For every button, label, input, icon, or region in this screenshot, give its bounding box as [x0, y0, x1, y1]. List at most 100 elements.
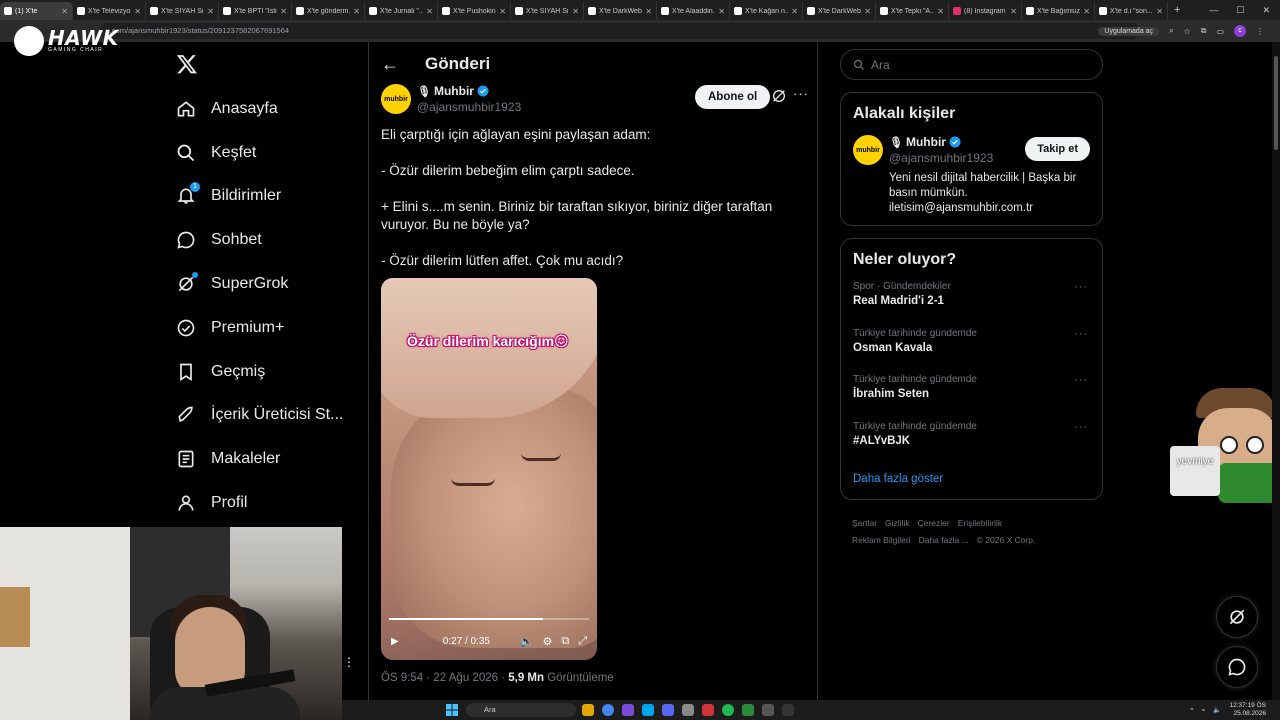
browser-tab[interactable]: X'te Jurnali "... ✕ [365, 2, 438, 20]
back-arrow-icon[interactable]: ← [381, 54, 399, 75]
person-row[interactable]: muhbir 🎙 Muhbir @ajansmuhbir1923 Yeni ne… [841, 123, 1102, 228]
app-icon[interactable] [622, 704, 634, 716]
app-icon[interactable] [742, 704, 754, 716]
browser-tab[interactable]: X'te DarkWeb...✕ [803, 2, 876, 20]
browser-tab[interactable]: X'te Televizyon ✕ [73, 2, 146, 20]
trend-item[interactable]: Türkiye tarihinde gündemde İbrahim Seten ·… [841, 366, 1102, 413]
browser-tab[interactable]: X'te d.i "son... ✕ [1095, 2, 1168, 20]
follow-button[interactable]: Takip et [1025, 137, 1090, 161]
grok-icon[interactable] [771, 88, 787, 104]
discord-icon[interactable] [662, 704, 674, 716]
star-icon[interactable]: ☆ [1184, 27, 1191, 36]
nav-item-rocket[interactable]: İçerik Üreticisi St... [176, 394, 366, 438]
close-tab-icon[interactable]: ✕ [426, 7, 433, 16]
close-tab-icon[interactable]: ✕ [499, 7, 506, 16]
post-author[interactable]: muhbir 🎙 Muhbir @ajansmuhbir1923 [381, 84, 521, 114]
avatar[interactable]: muhbir [381, 84, 411, 114]
volume-icon[interactable]: 🔈 [520, 635, 534, 648]
browser-tab[interactable]: X'te DarkWeb...✕ [584, 2, 657, 20]
nav-item-bookmark[interactable]: Geçmiş [176, 350, 366, 394]
close-tab-icon[interactable]: ✕ [280, 7, 287, 16]
video-player[interactable]: Özür dilerim karıcığım😖 ▶ 0:27 / 0:35 🔈 … [381, 278, 597, 660]
close-tab-icon[interactable]: ✕ [1156, 7, 1163, 16]
trend-item[interactable]: Spor · Gündemdekiler Real Madrid'i 2-1 ··· [841, 273, 1102, 320]
open-in-app-button[interactable]: Uygulamada aç [1098, 26, 1160, 36]
app-icon[interactable] [782, 704, 794, 716]
search-input[interactable]: Ara [840, 49, 1103, 80]
footer-link[interactable]: Erişilebilirlik [958, 518, 1002, 528]
show-more-link[interactable]: Daha fazla göster [841, 459, 1102, 499]
fullscreen-icon[interactable]: ⤢ [578, 635, 587, 648]
nav-item-bell[interactable]: 1 Bildirimler [176, 175, 366, 219]
browser-tab[interactable]: X'te BPTİ "İsti...✕ [219, 2, 292, 20]
sidepanel-icon[interactable]: ▭ [1216, 27, 1224, 36]
nav-item-chat[interactable]: Sohbet [176, 218, 366, 262]
close-tab-icon[interactable]: ✕ [1010, 7, 1017, 16]
browser-tab[interactable]: X'te Bağımsız...✕ [1022, 2, 1095, 20]
settings-icon[interactable]: ⚙ [542, 635, 552, 648]
browser-tab[interactable]: (1) X'te ✕ [0, 2, 73, 20]
url-field[interactable]: x.com/ajansmuhbir1923/status/20912375820… [100, 23, 1140, 39]
browser-tab[interactable]: X'te Pushokin...✕ [438, 2, 511, 20]
network-icon[interactable]: ⌁ [1201, 706, 1205, 714]
spotify-icon[interactable] [722, 704, 734, 716]
footer-link[interactable]: © 2026 X Corp. [977, 535, 1036, 545]
nav-item-premium[interactable]: Premium+ [176, 306, 366, 350]
more-options-icon[interactable]: ··· [1074, 374, 1088, 386]
subscribe-button[interactable]: Abone ol [695, 85, 771, 109]
chrome-icon[interactable] [602, 704, 614, 716]
close-tab-icon[interactable]: ✕ [61, 7, 68, 16]
footer-link[interactable]: Reklam Bilgileri [852, 535, 911, 545]
more-options-icon[interactable]: ··· [1074, 328, 1088, 340]
avatar[interactable]: muhbir [853, 135, 883, 165]
footer-link[interactable]: Şartlar [852, 518, 877, 528]
app-icon[interactable] [762, 704, 774, 716]
author-name[interactable]: Muhbir [434, 84, 474, 98]
close-tab-icon[interactable]: ✕ [645, 7, 652, 16]
trend-item[interactable]: Türkiye tarihinde gündemde Osman Kavala ··… [841, 320, 1102, 367]
nav-item-home[interactable]: Anasayfa [176, 87, 366, 131]
footer-link[interactable]: Gizlilik [885, 518, 910, 528]
footer-link[interactable]: Çerezler [918, 518, 950, 528]
app-icon[interactable] [702, 704, 714, 716]
taskbar-clock[interactable]: 12:37:19 ÖS 25.08.2026 [1230, 702, 1267, 718]
file-explorer-icon[interactable] [582, 704, 594, 716]
more-options-icon[interactable]: ··· [1074, 421, 1088, 433]
x-logo-icon[interactable] [176, 53, 198, 75]
maximize-icon[interactable]: ☐ [1236, 5, 1244, 16]
messages-float-button[interactable] [1216, 646, 1258, 688]
nav-item-search[interactable]: Keşfet [176, 131, 366, 175]
close-tab-icon[interactable]: ✕ [353, 7, 360, 16]
tray-arrow-icon[interactable]: ^ [1190, 707, 1193, 714]
close-tab-icon[interactable]: ✕ [207, 7, 214, 16]
browser-tab[interactable]: X'te SİYAH Si...✕ [146, 2, 219, 20]
person-name[interactable]: Muhbir [906, 135, 946, 149]
page-scrollbar[interactable] [1272, 42, 1280, 700]
nav-item-grok[interactable]: SuperGrok [176, 262, 366, 306]
video-progress-bar[interactable] [389, 618, 589, 620]
menu-icon[interactable]: ⋮ [1256, 27, 1264, 36]
more-options-icon[interactable]: ··· [1074, 281, 1088, 293]
nav-item-article[interactable]: Makaleler [176, 437, 366, 481]
close-tab-icon[interactable]: ✕ [1083, 7, 1090, 16]
close-tab-icon[interactable]: ✕ [791, 7, 798, 16]
app-icon[interactable] [682, 704, 694, 716]
close-tab-icon[interactable]: ✕ [937, 7, 944, 16]
post-timestamp[interactable]: ÖS 9:54 · 22 Ağu 2026 · [381, 672, 508, 684]
more-options-icon[interactable]: ··· [793, 86, 809, 101]
browser-tab[interactable]: X'te Alaaddin... ✕ [657, 2, 730, 20]
new-tab-button[interactable]: + [1174, 4, 1180, 16]
browser-tab[interactable]: X'te Kağan n... ✕ [730, 2, 803, 20]
close-tab-icon[interactable]: ✕ [864, 7, 871, 16]
browser-tab[interactable]: X'te SİYAH Si...✕ [511, 2, 584, 20]
volume-icon[interactable]: 🔈 [1213, 706, 1221, 714]
close-tab-icon[interactable]: ✕ [134, 7, 141, 16]
trend-item[interactable]: Türkiye tarihinde gündemde #ALYvBJK ··· [841, 413, 1102, 460]
pip-icon[interactable]: ⧉ [561, 635, 569, 648]
close-tab-icon[interactable]: ✕ [718, 7, 725, 16]
nav-item-person[interactable]: Profil [176, 481, 366, 525]
zoom-icon[interactable]: ⌕ [1169, 26, 1173, 36]
grok-float-button[interactable] [1216, 596, 1258, 638]
windows-start-icon[interactable] [446, 704, 458, 716]
browser-tab[interactable]: X'te Tepki "A... ✕ [876, 2, 949, 20]
